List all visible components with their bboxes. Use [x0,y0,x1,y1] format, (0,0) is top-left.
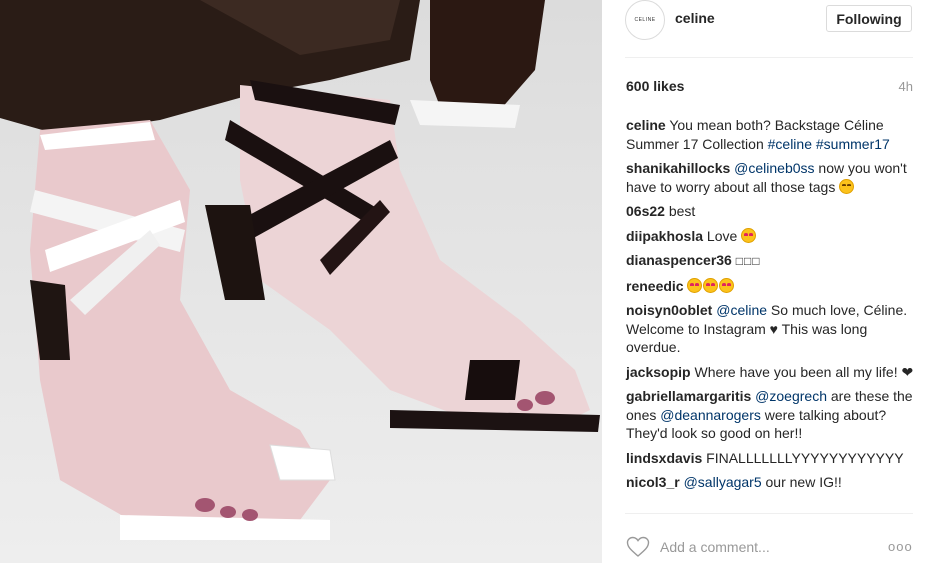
comment-user[interactable]: shanikahillocks [626,160,730,176]
comment-item: dianaspencer36 □□□ [626,251,916,271]
comment-text: Where have you been all my life! ❤ [694,363,914,380]
comment-item: noisyn0oblet @celine So much love, Célin… [626,301,916,357]
post-photo[interactable] [0,0,602,563]
comment-item: nicol3_r @sallyagar5 our new IG!! [626,473,916,492]
hashtag-link[interactable]: #celine [768,136,812,152]
comment-item: gabriellamargaritis @zoegrech are these … [626,387,916,443]
heart-eyes-emoji-icon [741,227,757,243]
comment-text: our new IG!! [761,474,842,490]
comment-item: celine You mean both? Backstage Céline S… [626,116,916,153]
comment-user[interactable]: lindsxdavis [626,450,702,466]
likes-count[interactable]: 600 likes [626,78,684,94]
comment-item: reneedic [626,277,916,296]
mention-link[interactable]: @deannarogers [660,407,761,423]
comment-user[interactable]: nicol3_r [626,474,680,490]
comment-item: 06s22 best [626,202,916,221]
mention-link[interactable]: @sallyagar5 [684,474,762,490]
mention-link[interactable]: @celine [716,302,767,318]
comment-user[interactable]: noisyn0oblet [626,302,712,318]
divider [625,57,913,58]
comment-user[interactable]: dianaspencer36 [626,252,732,268]
photo-illustration [0,0,602,563]
avatar-logo-text: CELINE [634,17,656,23]
add-comment-input[interactable] [660,537,870,557]
comment-user[interactable]: diipakhosla [626,228,703,244]
laughing-emoji-icon [839,178,855,194]
heart-eyes-emoji-icon [687,277,703,293]
divider [625,513,913,514]
avatar[interactable]: CELINE [625,0,665,40]
account-username[interactable]: celine [675,10,715,26]
comment-item: jacksopip Where have you been all my lif… [626,363,916,382]
heart-outline-icon[interactable] [626,536,650,558]
comment-user[interactable]: reneedic [626,278,684,294]
comment-list: celine You mean both? Backstage Céline S… [626,116,916,498]
comment-item: lindsxdavis FINALLLLLLLYYYYYYYYYYYY [626,449,916,468]
hashtag-link[interactable]: #summer17 [816,136,890,152]
more-options-icon[interactable]: ooo [888,539,913,554]
post-header: CELINE celine Following [602,0,936,58]
comment-item: shanikahillocks @celineb0ss now you won'… [626,159,916,196]
comment-text: FINALLLLLLLYYYYYYYYYYYY [706,449,904,466]
comment-text: □□□ [735,254,761,268]
comment-user[interactable]: gabriellamargaritis [626,388,751,404]
post-sidebar: CELINE celine Following 600 likes 4h cel… [602,0,936,563]
heart-eyes-emoji-icon [703,277,719,293]
mention-link[interactable]: @zoegrech [755,388,827,404]
comment-user[interactable]: celine [626,117,666,133]
following-button[interactable]: Following [826,5,912,32]
heart-eyes-emoji-icon [719,277,735,293]
comment-text: best [668,203,696,219]
comment-user[interactable]: jacksopip [626,364,691,380]
post-timestamp[interactable]: 4h [899,79,913,94]
comment-user[interactable]: 06s22 [626,203,665,219]
comment-text: Love [706,227,742,244]
mention-link[interactable]: @celineb0ss [734,160,814,176]
comment-item: diipakhosla Love [626,227,916,246]
